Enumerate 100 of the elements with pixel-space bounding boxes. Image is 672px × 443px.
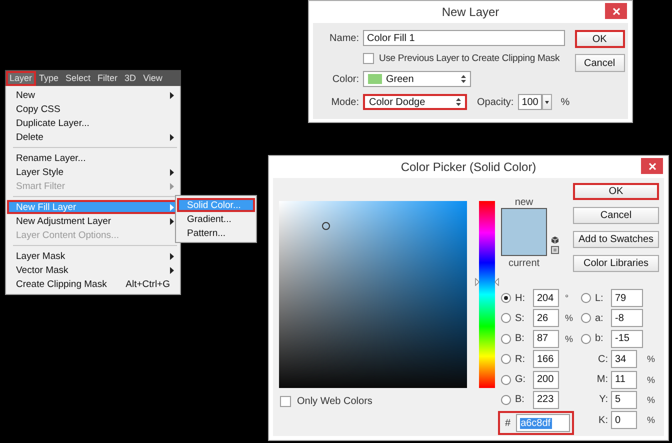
radio-button[interactable]	[581, 313, 591, 324]
swatch-square-icon	[551, 246, 559, 254]
close-button[interactable]	[605, 3, 627, 19]
ok-button[interactable]: OK	[573, 183, 659, 200]
menu-item[interactable]: New	[7, 88, 179, 102]
field-label: Name:	[328, 32, 359, 44]
value-field[interactable]: 79	[611, 289, 643, 307]
field-label: M:	[596, 374, 609, 386]
checkbox[interactable]	[363, 53, 374, 64]
field-label: Mode:	[330, 96, 359, 108]
field-label: B:	[515, 333, 526, 344]
menu-item[interactable]: Duplicate Layer...	[7, 116, 179, 130]
hue-slider[interactable]	[475, 201, 499, 388]
menu-item[interactable]: New Adjustment Layer	[7, 214, 179, 228]
menubar-item[interactable]: Filter	[94, 70, 122, 86]
value-field[interactable]: 87	[533, 330, 559, 348]
caret-icon	[544, 100, 549, 104]
add-to-swatches-button[interactable]: Add to Swatches	[573, 231, 659, 248]
menubar-item[interactable]: Select	[62, 70, 94, 86]
field-label: C:	[597, 354, 609, 365]
unit-label: %	[646, 354, 656, 364]
unit-label: °	[564, 293, 570, 303]
field-label: H:	[515, 292, 526, 304]
value-field[interactable]: 5	[611, 390, 637, 409]
menu-item[interactable]: Pattern...	[177, 226, 255, 240]
cancel-button[interactable]: Cancel	[573, 207, 659, 224]
menu-item[interactable]: Layer Mask	[7, 249, 179, 263]
dropdown-button[interactable]	[542, 94, 552, 110]
new-label: new	[514, 197, 534, 208]
value-field[interactable]: 11	[611, 370, 637, 389]
unit-label: %	[646, 374, 656, 385]
cancel-button[interactable]: Cancel	[574, 54, 625, 72]
value-field[interactable]: -8	[611, 309, 643, 328]
value-field[interactable]: 34	[611, 350, 637, 368]
close-button[interactable]	[641, 158, 663, 174]
unit-label: %	[560, 96, 570, 108]
checkbox-label: Use Previous Layer to Create Clipping Mask	[379, 53, 560, 64]
field-label: S:	[515, 312, 526, 324]
menubar-item[interactable]: View	[140, 70, 166, 86]
mode-dropdown[interactable]: Color Dodge	[363, 94, 467, 110]
color-libraries-button[interactable]: Color Libraries	[573, 255, 659, 272]
menu-item[interactable]: Vector Mask	[7, 263, 179, 277]
close-icon	[648, 162, 656, 170]
color-field[interactable]	[279, 201, 467, 388]
radio-button[interactable]	[501, 313, 511, 324]
menubar-item[interactable]: 3D	[121, 70, 140, 86]
unit-label: %	[646, 394, 656, 405]
menu-item: Layer Content Options...	[15, 228, 120, 242]
field-label: G:	[515, 374, 527, 386]
checkbox[interactable]	[280, 396, 291, 407]
radio-button[interactable]	[501, 293, 511, 303]
color-swatch	[501, 208, 547, 256]
radio-button[interactable]	[501, 354, 511, 364]
checkbox-label: Only Web Colors	[297, 396, 372, 407]
field-label: #	[505, 418, 511, 429]
radio-button[interactable]	[501, 394, 511, 405]
opacity-field[interactable]: 100	[518, 94, 542, 110]
unit-label: %	[564, 334, 574, 344]
close-icon	[612, 8, 620, 14]
value-field[interactable]: 200	[533, 370, 559, 389]
field-label: K:	[598, 414, 609, 426]
field-label: Color:	[331, 74, 359, 84]
ok-button[interactable]: OK	[574, 30, 625, 48]
menu-item[interactable]: Layer Style	[7, 165, 179, 179]
menu-item[interactable]: Rename Layer...	[7, 151, 179, 165]
unit-label: %	[564, 313, 574, 324]
dropdown-arrows-icon	[456, 98, 461, 106]
radio-button[interactable]	[501, 374, 511, 385]
value-field[interactable]: 223	[533, 390, 559, 409]
value-field[interactable]: -15	[611, 330, 643, 348]
radio-button[interactable]	[581, 334, 591, 344]
color-marker	[322, 222, 330, 230]
hue-slider-handle[interactable]	[475, 278, 499, 286]
value-field[interactable]: 0	[611, 411, 637, 430]
window-title: New Layer	[442, 5, 500, 19]
menu-item: Smart Filter	[7, 179, 179, 193]
name-field[interactable]: Color Fill 1	[363, 30, 565, 46]
field-label: Opacity:	[477, 96, 514, 108]
field-label: B:	[515, 394, 526, 406]
radio-button[interactable]	[581, 293, 591, 303]
unit-label: %	[646, 415, 656, 426]
field-label: R:	[515, 354, 526, 365]
menu-item[interactable]: Gradient...	[177, 212, 255, 226]
radio-button[interactable]	[501, 334, 511, 344]
menubar-item[interactable]: Type	[36, 70, 62, 86]
shortcut-text: Alt+Ctrl+G	[126, 278, 170, 290]
dropdown-arrows-icon	[461, 75, 466, 83]
menubar-item[interactable]: Layer	[6, 70, 36, 86]
field-label: b:	[595, 333, 604, 344]
value-field[interactable]: 166	[533, 350, 559, 368]
menu-item[interactable]: Create Clipping Mask Alt+Ctrl+G	[7, 277, 179, 291]
color-dropdown[interactable]: Green	[363, 71, 471, 87]
cube-icon	[551, 236, 559, 244]
value-field[interactable]: 204	[533, 289, 559, 307]
field-label: a:	[595, 312, 604, 324]
field-label: L:	[595, 292, 604, 304]
field-label: Y:	[598, 394, 609, 406]
value-field[interactable]: 26	[533, 309, 559, 328]
menu-item[interactable]: Copy CSS	[7, 102, 179, 116]
menu-item[interactable]: Delete	[7, 130, 179, 144]
